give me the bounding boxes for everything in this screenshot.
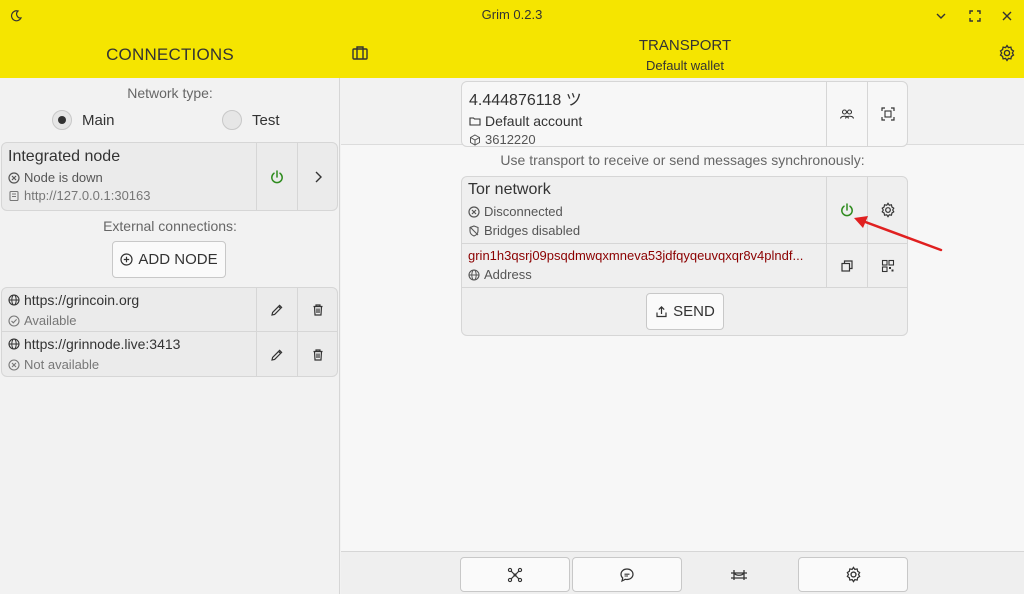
tab-messages[interactable]: [572, 557, 682, 592]
folder-icon: [469, 115, 481, 127]
radio-circle: [222, 110, 242, 130]
cube-icon: [469, 133, 481, 146]
bridge-icon: [730, 567, 748, 583]
integrated-node-address: http://127.0.0.1:30163: [24, 188, 151, 203]
pencil-icon: [270, 348, 284, 362]
power-icon: [269, 169, 285, 185]
transport-panel: 4.444876118 ツ Default account 3612220 Us…: [341, 78, 1024, 594]
tor-status: Disconnected: [484, 204, 563, 219]
globe-icon: [468, 268, 480, 281]
users-icon: [839, 106, 855, 122]
server-icon: [8, 190, 20, 202]
check-circle-icon: [8, 314, 20, 327]
radio-main[interactable]: Main: [52, 110, 115, 130]
network-type-label: Network type:: [127, 85, 213, 101]
send-label: SEND: [673, 303, 715, 320]
list-item: https://grincoin.org Available: [2, 288, 337, 332]
chevron-down-icon[interactable]: [931, 6, 951, 26]
accounts-button[interactable]: [826, 82, 867, 146]
wallet-balance: 4.444876118 ツ: [469, 92, 582, 109]
globe-icon: [8, 338, 20, 350]
node-url: https://grincoin.org: [24, 292, 140, 308]
trash-icon: [311, 348, 325, 362]
status-x-icon: [8, 358, 20, 371]
transport-title: TRANSPORT: [638, 37, 732, 54]
scan-button[interactable]: [867, 82, 907, 146]
app-header: CONNECTIONS TRANSPORT Default wallet: [0, 31, 1024, 78]
chevron-right-icon: [311, 170, 325, 184]
wallet-name: Default wallet: [645, 58, 725, 73]
annotation-arrow: [854, 216, 943, 252]
external-connections-label: External connections:: [103, 218, 237, 234]
node-status: Available: [24, 313, 77, 328]
account-name: Default account: [485, 113, 583, 129]
tor-address-value: grin1h3qsrj09psqdmwqxmneva53jdfqyqeuvqxq…: [468, 248, 804, 263]
shield-slash-icon: [468, 224, 480, 237]
tor-card: Tor network Disconnected Bridges disable…: [461, 176, 908, 336]
wallet-icon[interactable]: [351, 44, 369, 62]
close-icon[interactable]: [997, 6, 1017, 26]
tor-address-label: Address: [484, 267, 532, 282]
connections-panel: Network type: Main Test Integrated node …: [0, 78, 340, 594]
radio-circle: [52, 110, 72, 130]
radio-main-label: Main: [82, 111, 115, 129]
tor-bridges: Bridges disabled: [484, 223, 581, 238]
title-bar: Grim 0.2.3: [0, 0, 1024, 31]
qr-code-icon: [881, 259, 895, 273]
fullscreen-icon[interactable]: [965, 6, 985, 26]
node-status: Not available: [24, 357, 100, 372]
trash-icon: [311, 303, 325, 317]
scan-icon: [880, 106, 896, 122]
node-url: https://grinnode.live:3413: [24, 336, 181, 352]
status-x-icon: [468, 205, 480, 218]
connections-title: CONNECTIONS: [106, 45, 234, 64]
radio-test[interactable]: Test: [222, 110, 280, 130]
network-icon: [507, 567, 523, 583]
integrated-node-status: Node is down: [24, 170, 103, 185]
integrated-node-title: Integrated node: [8, 148, 121, 165]
gear-icon[interactable]: [998, 44, 1016, 62]
edit-node-button[interactable]: [256, 332, 297, 376]
send-button[interactable]: SEND: [646, 293, 724, 330]
external-nodes-card: https://grincoin.org Available https://g…: [1, 287, 338, 377]
chain-height: 3612220: [485, 132, 536, 147]
chat-icon: [619, 567, 635, 583]
delete-node-button[interactable]: [297, 288, 337, 331]
delete-node-button[interactable]: [297, 332, 337, 376]
settings-icon: [845, 566, 862, 583]
tab-transport[interactable]: [684, 557, 794, 592]
copy-icon: [840, 259, 854, 273]
upload-icon: [655, 305, 668, 318]
wallet-summary-card: 4.444876118 ツ Default account 3612220: [461, 81, 908, 147]
tab-network[interactable]: [460, 557, 570, 592]
window-title: Grim 0.2.3: [481, 7, 543, 22]
transport-info: Use transport to receive or send message…: [500, 152, 865, 168]
pencil-icon: [270, 303, 284, 317]
globe-icon: [8, 294, 20, 306]
tor-title: Tor network: [468, 181, 551, 198]
add-node-label: ADD NODE: [138, 251, 218, 268]
radio-test-label: Test: [252, 111, 280, 129]
plus-circle-icon: [120, 253, 134, 266]
edit-node-button[interactable]: [256, 288, 297, 331]
status-x-icon: [8, 171, 20, 184]
node-details-button[interactable]: [297, 143, 337, 210]
bottom-tab-bar: [341, 551, 1024, 594]
integrated-node-card: Integrated node Node is down http://127.…: [1, 142, 338, 211]
tab-settings[interactable]: [798, 557, 908, 592]
node-power-button[interactable]: [256, 143, 297, 210]
add-node-button[interactable]: ADD NODE: [112, 241, 226, 278]
list-item: https://grinnode.live:3413 Not available: [2, 332, 337, 376]
